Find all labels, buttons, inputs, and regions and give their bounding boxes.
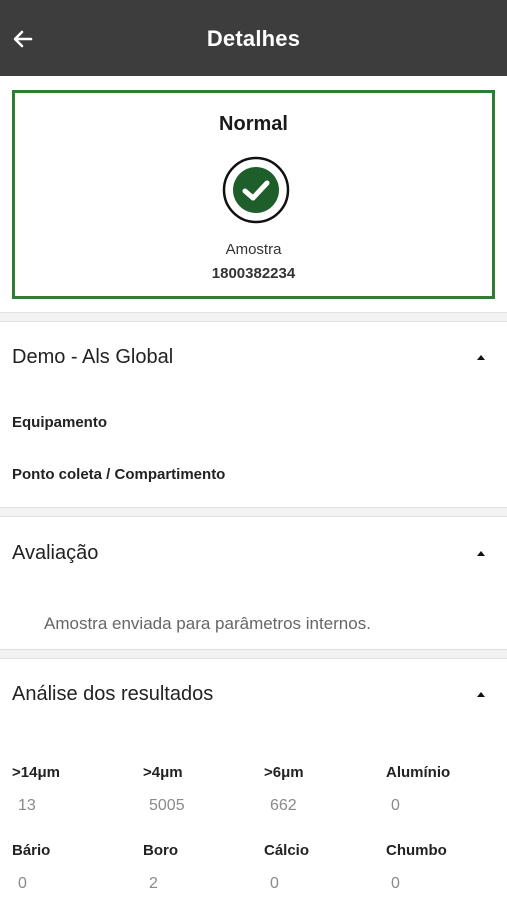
result-label: >14μm xyxy=(12,764,60,781)
result-label: Chumbo xyxy=(386,842,447,859)
status-card: Normal Amostra 1800382234 xyxy=(12,90,495,299)
result-value: 0 xyxy=(391,797,400,814)
section-title: Demo - Als Global xyxy=(12,346,174,368)
result-label: >6μm xyxy=(264,764,304,781)
result-value: 5005 xyxy=(149,797,185,814)
caret-up-icon xyxy=(477,355,485,360)
result-value: 13 xyxy=(18,797,36,814)
result-value: 0 xyxy=(391,875,400,892)
result-label: Cálcio xyxy=(264,842,310,859)
caret-up-icon xyxy=(477,692,485,697)
caret-up-icon xyxy=(477,551,485,556)
section-divider xyxy=(0,649,507,659)
result-label: >4μm xyxy=(143,764,183,781)
section-title: Avaliação xyxy=(12,542,99,564)
check-circle-icon xyxy=(222,156,290,224)
section-header-company[interactable]: Demo - Als Global xyxy=(0,333,507,383)
app-header: Detalhes xyxy=(0,0,507,76)
result-label: Boro xyxy=(143,842,178,859)
result-label: Alumínio xyxy=(386,764,451,781)
collection-point-label: Ponto coleta / Compartimento xyxy=(12,466,226,483)
sample-number: 1800382234 xyxy=(211,265,296,282)
result-value: 662 xyxy=(270,797,297,814)
result-value: 0 xyxy=(270,875,279,892)
section-divider xyxy=(0,507,507,517)
section-title: Análise dos resultados xyxy=(12,683,214,705)
section-divider xyxy=(0,312,507,322)
sample-label: Amostra xyxy=(225,241,282,258)
result-label: Bário xyxy=(12,842,51,859)
equipment-label: Equipamento xyxy=(12,414,108,431)
result-value: 2 xyxy=(149,875,158,892)
section-header-results[interactable]: Análise dos resultados xyxy=(0,670,507,720)
result-value: 0 xyxy=(18,875,27,892)
evaluation-text: Amostra enviada para parâmetros internos… xyxy=(44,614,371,633)
status-title: Normal xyxy=(219,113,288,135)
page-title: Detalhes xyxy=(206,26,301,51)
section-header-evaluation[interactable]: Avaliação xyxy=(0,529,507,579)
